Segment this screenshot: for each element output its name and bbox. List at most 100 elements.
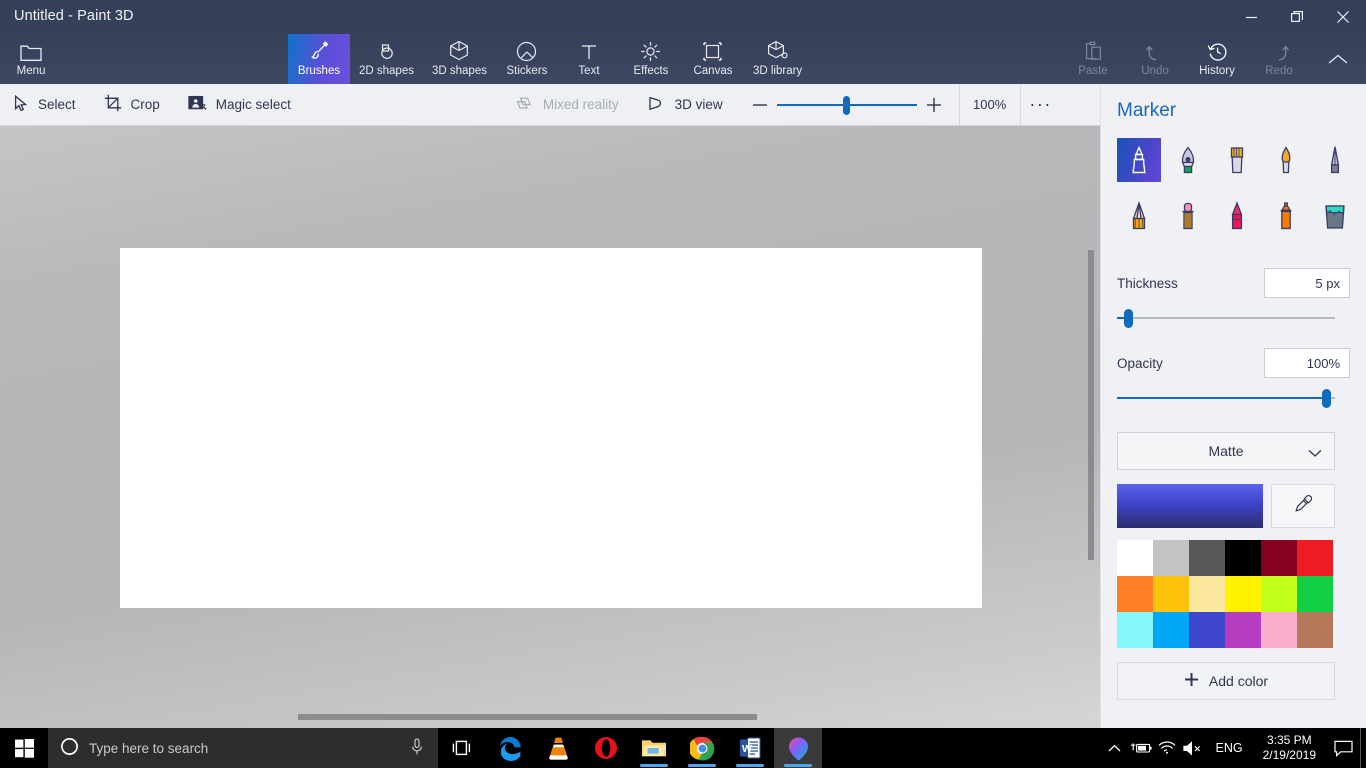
close-button[interactable]	[1320, 0, 1366, 34]
zoom-out-button[interactable]	[743, 84, 777, 126]
paste-button[interactable]: Paste	[1062, 34, 1124, 84]
taskbar-app-word[interactable]: W	[726, 728, 774, 768]
thickness-value[interactable]: 5 px	[1264, 268, 1350, 298]
eyedropper-button[interactable]	[1271, 484, 1335, 528]
brush-pixel-pen[interactable]	[1313, 138, 1357, 182]
brush-watercolor-brush[interactable]	[1264, 138, 1308, 182]
current-color-swatch[interactable]	[1117, 484, 1263, 528]
tab-effects[interactable]: Effects	[620, 34, 682, 84]
zoom-in-button[interactable]	[917, 84, 951, 126]
tab-2d-shapes-label: 2D shapes	[359, 65, 414, 78]
zoom-slider[interactable]	[777, 84, 917, 126]
brush-eraser[interactable]	[1166, 194, 1210, 238]
redo-button[interactable]: Redo	[1248, 34, 1310, 84]
paint3d-window: Untitled - Paint 3D	[0, 0, 1366, 768]
canvas-workspace[interactable]	[0, 126, 1103, 728]
color-swatch[interactable]	[1225, 612, 1261, 648]
3d-view-icon	[647, 95, 666, 115]
microphone-icon[interactable]	[410, 738, 424, 759]
windows-taskbar: Type here to search	[0, 728, 1366, 768]
color-swatch[interactable]	[1261, 540, 1297, 576]
taskbar-search[interactable]: Type here to search	[48, 728, 438, 768]
brush-marker[interactable]	[1117, 138, 1161, 182]
color-swatch[interactable]	[1297, 612, 1333, 648]
3d-view-tool[interactable]: 3D view	[633, 84, 737, 126]
taskbar-app-edge[interactable]	[486, 728, 534, 768]
thickness-slider-track	[1117, 317, 1335, 319]
thickness-slider[interactable]	[1117, 306, 1335, 330]
horizontal-scrollbar-thumb[interactable]	[298, 714, 757, 720]
brush-calligraphy-pen[interactable]	[1166, 138, 1210, 182]
undo-button[interactable]: Undo	[1124, 34, 1186, 84]
color-swatch[interactable]	[1225, 540, 1261, 576]
tab-stickers[interactable]: Stickers	[496, 34, 558, 84]
tray-overflow-button[interactable]	[1102, 728, 1128, 768]
task-view-button[interactable]	[438, 728, 486, 768]
thickness-slider-thumb[interactable]	[1124, 309, 1133, 328]
color-swatch[interactable]	[1189, 612, 1225, 648]
mixed-reality-tool[interactable]: Mixed reality	[501, 84, 633, 126]
tab-3d-library[interactable]: 3D library	[744, 34, 811, 84]
battery-charging-icon[interactable]	[1128, 728, 1154, 768]
select-tool[interactable]: Select	[0, 84, 90, 126]
crop-tool-label: Crop	[131, 97, 160, 112]
volume-muted-icon[interactable]	[1180, 728, 1206, 768]
tab-canvas[interactable]: Canvas	[682, 34, 744, 84]
color-swatch[interactable]	[1117, 540, 1153, 576]
restore-button[interactable]	[1274, 0, 1320, 34]
paste-icon	[1084, 40, 1103, 62]
color-swatch[interactable]	[1225, 576, 1261, 612]
zoom-slider-thumb[interactable]	[843, 96, 850, 115]
collapse-ribbon-button[interactable]	[1310, 34, 1366, 84]
wifi-icon[interactable]	[1154, 728, 1180, 768]
taskbar-app-paint3d[interactable]	[774, 728, 822, 768]
brush-fill-bucket[interactable]	[1313, 194, 1357, 238]
taskbar-app-chrome[interactable]	[678, 728, 726, 768]
tab-brushes[interactable]: Brushes	[288, 34, 350, 84]
more-options-button[interactable]: ···	[1021, 84, 1061, 126]
color-swatch[interactable]	[1261, 612, 1297, 648]
color-swatch[interactable]	[1117, 576, 1153, 612]
color-swatch[interactable]	[1189, 540, 1225, 576]
menu-label: Menu	[17, 65, 46, 78]
color-swatch[interactable]	[1261, 576, 1297, 612]
taskbar-app-vlc[interactable]	[534, 728, 582, 768]
tab-3d-shapes-label: 3D shapes	[432, 65, 487, 78]
zoom-percentage[interactable]: 100%	[959, 84, 1021, 126]
history-button[interactable]: History	[1186, 34, 1248, 84]
taskbar-app-file-explorer[interactable]	[630, 728, 678, 768]
tab-2d-shapes[interactable]: 2D shapes	[350, 34, 423, 84]
brush-icon	[308, 40, 330, 62]
color-swatch[interactable]	[1297, 576, 1333, 612]
brush-pencil[interactable]	[1117, 194, 1161, 238]
taskbar-clock[interactable]: 3:35 PM 2/19/2019	[1253, 733, 1326, 763]
language-indicator[interactable]: ENG	[1206, 741, 1253, 755]
color-swatch[interactable]	[1189, 576, 1225, 612]
brush-crayon[interactable]	[1215, 194, 1259, 238]
crop-tool[interactable]: Crop	[90, 84, 174, 126]
brush-spray-can[interactable]	[1264, 194, 1308, 238]
color-swatch[interactable]	[1153, 612, 1189, 648]
tab-canvas-label: Canvas	[693, 65, 732, 78]
add-color-button[interactable]: Add color	[1117, 662, 1335, 700]
tab-3d-shapes[interactable]: 3D shapes	[423, 34, 496, 84]
color-swatch[interactable]	[1153, 576, 1189, 612]
material-dropdown[interactable]: Matte	[1117, 432, 1335, 470]
vertical-scrollbar-thumb[interactable]	[1088, 250, 1094, 560]
start-button[interactable]	[0, 728, 48, 768]
drawing-canvas[interactable]	[120, 248, 982, 608]
action-center-button[interactable]	[1326, 728, 1360, 768]
opacity-value[interactable]: 100%	[1264, 348, 1350, 378]
magic-select-tool[interactable]: Magic select	[174, 84, 305, 126]
color-swatch[interactable]	[1153, 540, 1189, 576]
opacity-slider-thumb[interactable]	[1322, 389, 1331, 408]
opacity-slider[interactable]	[1117, 386, 1335, 410]
show-desktop-button[interactable]	[1360, 728, 1366, 768]
tab-text[interactable]: Text	[558, 34, 620, 84]
color-swatch[interactable]	[1117, 612, 1153, 648]
taskbar-app-opera[interactable]	[582, 728, 630, 768]
color-swatch[interactable]	[1297, 540, 1333, 576]
menu-button[interactable]: Menu	[0, 34, 62, 84]
minimize-button[interactable]	[1228, 0, 1274, 34]
brush-oil-brush[interactable]	[1215, 138, 1259, 182]
